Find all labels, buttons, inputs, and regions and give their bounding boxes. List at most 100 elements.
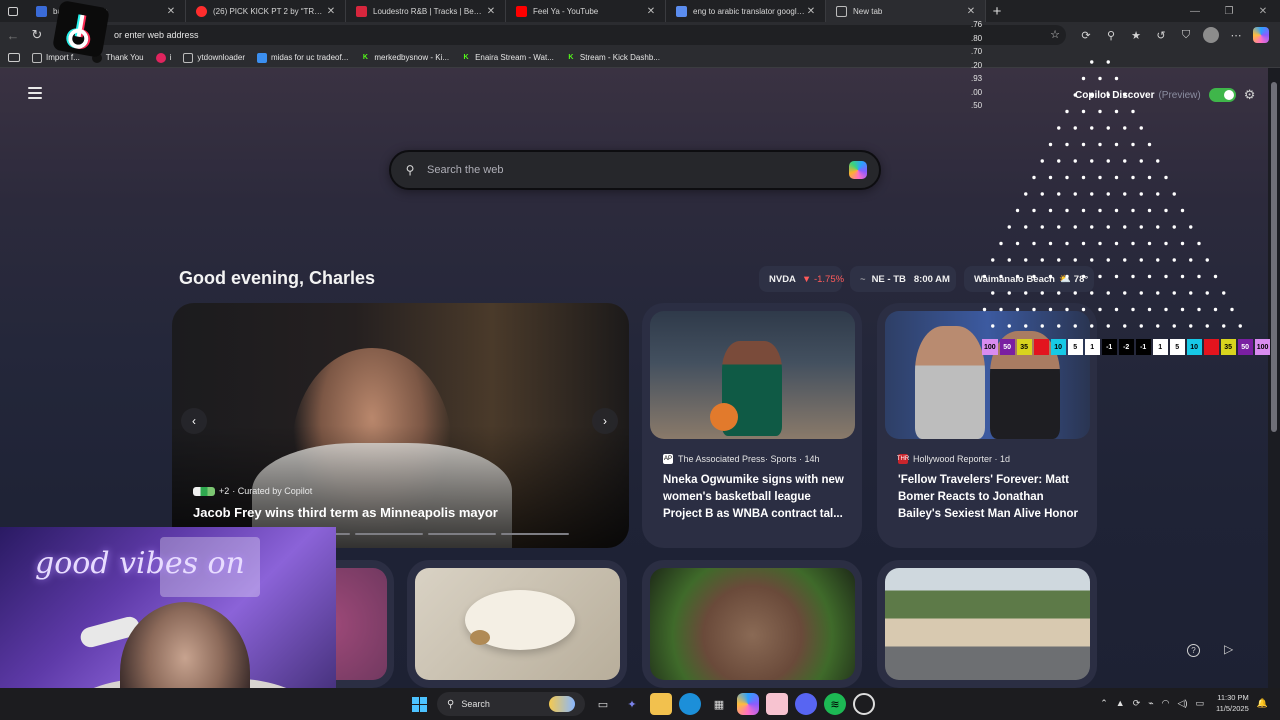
score-slot: 50 xyxy=(999,339,1015,355)
minimize-icon[interactable]: — xyxy=(1178,0,1212,22)
sports-chip[interactable]: ~ NE - TB 8:00 AM xyxy=(850,266,956,292)
bookmark-merkedbysnow[interactable]: K merkedbysnow - Ki... xyxy=(360,53,449,63)
carousel-prev-icon[interactable]: ‹ xyxy=(181,408,207,434)
history-icon[interactable]: ↺ xyxy=(1153,27,1169,43)
wifi-icon[interactable]: ◠ xyxy=(1162,698,1170,709)
side-number: .93 xyxy=(971,74,983,83)
taskbar-search[interactable]: ⚲ Search xyxy=(437,692,585,716)
battery-icon[interactable]: ▭ xyxy=(1195,698,1204,709)
pinned-app-icon[interactable] xyxy=(766,693,788,715)
tab-pick-kick[interactable]: (26) PICK KICK PT 2 by “TRELLZ” ✕ xyxy=(186,0,346,22)
store-icon[interactable]: ▦ xyxy=(708,693,730,715)
tab-actions-button[interactable] xyxy=(0,0,26,22)
notifications-icon[interactable]: 🔔 xyxy=(1257,698,1268,709)
kick-favicon: K xyxy=(463,54,469,61)
news-image-soap xyxy=(415,568,620,680)
close-icon[interactable]: ✕ xyxy=(965,6,977,17)
split-screen-icon[interactable]: ⚲ xyxy=(1103,27,1119,43)
news-headline[interactable]: 'Fellow Travelers' Forever: Matt Bomer R… xyxy=(898,472,1083,523)
weather-chip[interactable]: Waimanalo Beach ⛅ 78° xyxy=(964,266,1094,292)
chevron-up-icon[interactable]: ⌃ xyxy=(1100,698,1108,709)
discover-preview-label: (Preview) xyxy=(1158,89,1201,101)
score-slot xyxy=(1203,339,1219,355)
team-logo-icon: ~ xyxy=(860,273,866,285)
help-icon[interactable]: ? xyxy=(1187,644,1200,657)
menu-icon[interactable] xyxy=(28,87,42,99)
close-icon[interactable]: ✕ xyxy=(325,6,337,17)
close-icon[interactable]: ✕ xyxy=(805,6,817,17)
new-tab-button[interactable]: + xyxy=(986,0,1008,22)
scrollbar-thumb[interactable] xyxy=(1271,82,1277,432)
teams-icon[interactable]: ✦ xyxy=(621,693,643,715)
tab-beatstars[interactable]: Loudestro R&B | Tracks | BeatStars ✕ xyxy=(346,0,506,22)
kick-favicon: K xyxy=(362,54,368,61)
usb-icon[interactable]: ⌁ xyxy=(1148,698,1153,709)
close-icon[interactable]: ✕ xyxy=(165,6,177,17)
tab-favicon xyxy=(836,5,847,17)
side-number: .80 xyxy=(971,33,983,43)
search-input[interactable] xyxy=(427,164,849,176)
bookmark-enaira[interactable]: K Enaira Stream - Wat... xyxy=(461,53,554,63)
maximize-icon[interactable]: ❐ xyxy=(1212,0,1246,22)
feedback-send-icon[interactable]: ▷ xyxy=(1224,642,1233,656)
hero-carousel-card[interactable]: ‹ › +2 · Curated by Copilot Jacob Frey w… xyxy=(172,303,629,548)
bookmark-i[interactable]: i xyxy=(155,52,171,63)
favorite-star-icon[interactable]: ☆ xyxy=(1050,28,1060,41)
hero-title[interactable]: Jacob Frey wins third term as Minneapoli… xyxy=(193,505,498,520)
news-card[interactable] xyxy=(642,560,862,688)
scrollbar[interactable] xyxy=(1268,68,1280,688)
source-logos xyxy=(193,486,215,496)
chrome-icon[interactable] xyxy=(853,693,875,715)
shield-icon[interactable]: ⛉ xyxy=(1178,27,1194,43)
bookmark-label: Stream - Kick Dashb... xyxy=(579,53,660,62)
hero-curated: · Curated by Copilot xyxy=(232,486,313,496)
tab-youtube[interactable]: Feel Ya - YouTube ✕ xyxy=(506,0,666,22)
news-card[interactable] xyxy=(407,560,627,688)
extension-icon[interactable]: ⟳ xyxy=(1078,27,1094,43)
close-icon[interactable]: ✕ xyxy=(485,6,497,17)
volume-icon[interactable]: ◁) xyxy=(1178,698,1188,709)
tab-favicon xyxy=(356,5,367,17)
bookmark-ytdownloader[interactable]: ytdownloader xyxy=(183,52,245,63)
clock[interactable]: 11:30 PM 11/5/2025 xyxy=(1216,692,1249,714)
carousel-next-icon[interactable]: › xyxy=(592,408,618,434)
news-card[interactable] xyxy=(877,560,1097,688)
stock-chip[interactable]: NVDA ▼ -1.75% xyxy=(759,266,844,292)
bookmark-import[interactable]: Import f... xyxy=(32,52,80,63)
news-source-label: Hollywood Reporter · 1d xyxy=(913,454,1011,464)
copilot-icon[interactable] xyxy=(849,161,867,179)
favorites-icon[interactable]: ★ xyxy=(1128,27,1144,43)
back-icon[interactable]: ← xyxy=(2,24,24,46)
bookmark-kick-dashboard[interactable]: K Stream - Kick Dashb... xyxy=(566,53,660,63)
news-source-label: The Associated Press· Sports · 14h xyxy=(678,454,820,464)
bookmark-midas[interactable]: midas for uc tradeof... xyxy=(256,52,348,63)
close-window-icon[interactable]: ✕ xyxy=(1246,0,1280,22)
sync-icon[interactable]: ⟳ xyxy=(1133,698,1141,709)
tray-app-icon[interactable]: ▲ xyxy=(1116,698,1125,708)
copilot-icon[interactable] xyxy=(1253,27,1269,43)
profile-avatar[interactable] xyxy=(1203,27,1219,43)
news-headline[interactable]: Nneka Ogwumike signs with new women's ba… xyxy=(663,472,848,523)
copilot-app-icon[interactable] xyxy=(737,693,759,715)
reading-list-icon[interactable] xyxy=(8,53,20,62)
close-icon[interactable]: ✕ xyxy=(645,6,657,17)
refresh-icon[interactable]: ↻ xyxy=(26,24,48,46)
file-explorer-icon[interactable] xyxy=(650,693,672,715)
tab-new-tab[interactable]: New tab ✕ xyxy=(826,0,986,22)
tab-translator[interactable]: eng to arabic translator google - ✕ xyxy=(666,0,826,22)
address-input[interactable]: or enter web address ☆ xyxy=(56,25,1066,45)
hollywood-reporter-icon: THR xyxy=(896,454,910,464)
discover-toggle[interactable] xyxy=(1208,88,1236,102)
spotify-icon[interactable]: ≋ xyxy=(824,693,846,715)
score-slot: 1 xyxy=(1084,339,1100,355)
stock-symbol: NVDA xyxy=(769,273,796,285)
news-card[interactable]: AP The Associated Press· Sports · 14h Nn… xyxy=(642,303,862,548)
task-view-icon[interactable]: ▭ xyxy=(592,693,614,715)
more-icon[interactable]: ⋯ xyxy=(1228,27,1244,43)
gear-icon[interactable]: ⚙ xyxy=(1244,87,1256,103)
edge-icon[interactable] xyxy=(679,693,701,715)
taskbar-search-label: Search xyxy=(461,699,490,709)
discord-icon[interactable] xyxy=(795,693,817,715)
greeting-heading: Good evening, Charles xyxy=(179,268,376,288)
windows-start-icon[interactable] xyxy=(408,693,430,715)
